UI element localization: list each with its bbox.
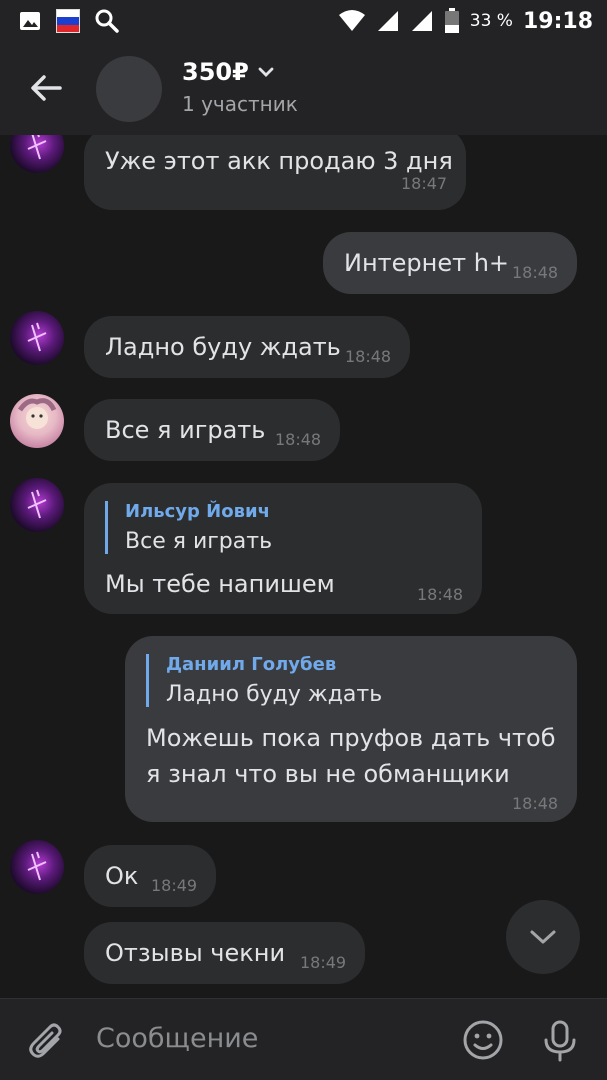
incoming-message[interactable]: Ок 18:49 [84,845,216,907]
search-notification-icon [95,9,119,33]
battery-percent: 33 % [469,11,513,31]
signal-icon [377,11,398,31]
chat-header: 350₽ 1 участник [0,42,607,135]
paperclip-icon[interactable] [28,1021,66,1063]
chat-title: 350₽ [182,58,249,86]
outgoing-message[interactable]: Даниил Голубев Ладно буду ждать Можешь п… [125,636,577,822]
incoming-message[interactable]: Отзывы чекни 18:49 [84,922,365,984]
message-time: 18:48 [512,794,559,813]
status-bar: 33 % 19:18 [0,0,607,42]
signal-2-icon [411,11,432,31]
message-time: 18:49 [300,953,347,972]
message-time: 18:48 [417,585,464,604]
reply-text: Ладно буду ждать [166,682,383,707]
message-text: Все я играть [105,416,266,444]
incoming-message[interactable]: Ладно буду ждать 18:48 [84,316,410,378]
message-text: Отзывы чекни [105,939,286,967]
scroll-down-button[interactable] [506,900,580,974]
clock: 19:18 [522,8,593,34]
reply-text: Все я играть [125,529,273,554]
incoming-message[interactable]: Ильсур Йович Все я играть Мы тебе напише… [84,483,482,614]
message-time: 18:48 [512,263,559,282]
sender-avatar[interactable] [10,311,64,365]
gallery-notification-icon [20,12,40,30]
emoji-icon[interactable] [462,1019,504,1061]
message-text-line: я знал что вы не обманщики [146,760,510,788]
message-list[interactable]: Уже этот акк продаю 3 дня 18:47 Интернет… [0,135,607,998]
outgoing-message[interactable]: Интернет h+ 18:48 [323,232,577,294]
sender-avatar[interactable] [10,840,64,894]
message-text: Интернет h+ [344,249,510,277]
message-input[interactable]: Сообщение [96,1023,258,1054]
reply-author: Даниил Голубев [166,654,337,675]
sender-avatar[interactable] [10,478,64,532]
reply-author: Ильсур Йович [125,501,270,522]
message-text: Ок [105,862,139,890]
chat-title-button[interactable]: 350₽ [182,58,275,86]
message-text: Мы тебе напишем [105,570,335,598]
wifi-icon [338,10,365,31]
microphone-icon[interactable] [540,1019,580,1063]
back-arrow-icon[interactable] [26,68,66,108]
message-time: 18:49 [151,876,198,895]
chevron-down-icon [258,67,274,77]
chat-subtitle: 1 участник [182,92,298,116]
message-text: Уже этот акк продаю 3 дня [105,147,453,175]
incoming-message[interactable]: Уже этот акк продаю 3 дня 18:47 [84,135,466,210]
sender-avatar[interactable] [10,394,64,448]
reply-quote[interactable]: Ильсур Йович Все я играть [105,501,272,554]
chat-avatar[interactable] [96,56,162,122]
message-time: 18:48 [275,430,322,449]
russia-flag-icon [56,9,80,33]
sender-avatar[interactable] [10,135,64,173]
chevron-down-icon [530,930,556,944]
message-time: 18:48 [345,347,392,366]
message-time: 18:47 [401,174,448,193]
message-text-line: Можешь пока пруфов дать чтоб [146,724,556,752]
battery-icon [444,8,459,33]
message-text: Ладно буду ждать [105,333,341,361]
reply-quote[interactable]: Даниил Голубев Ладно буду ждать [146,654,382,707]
message-composer: Сообщение [0,998,607,1080]
incoming-message[interactable]: Все я играть 18:48 [84,399,340,461]
